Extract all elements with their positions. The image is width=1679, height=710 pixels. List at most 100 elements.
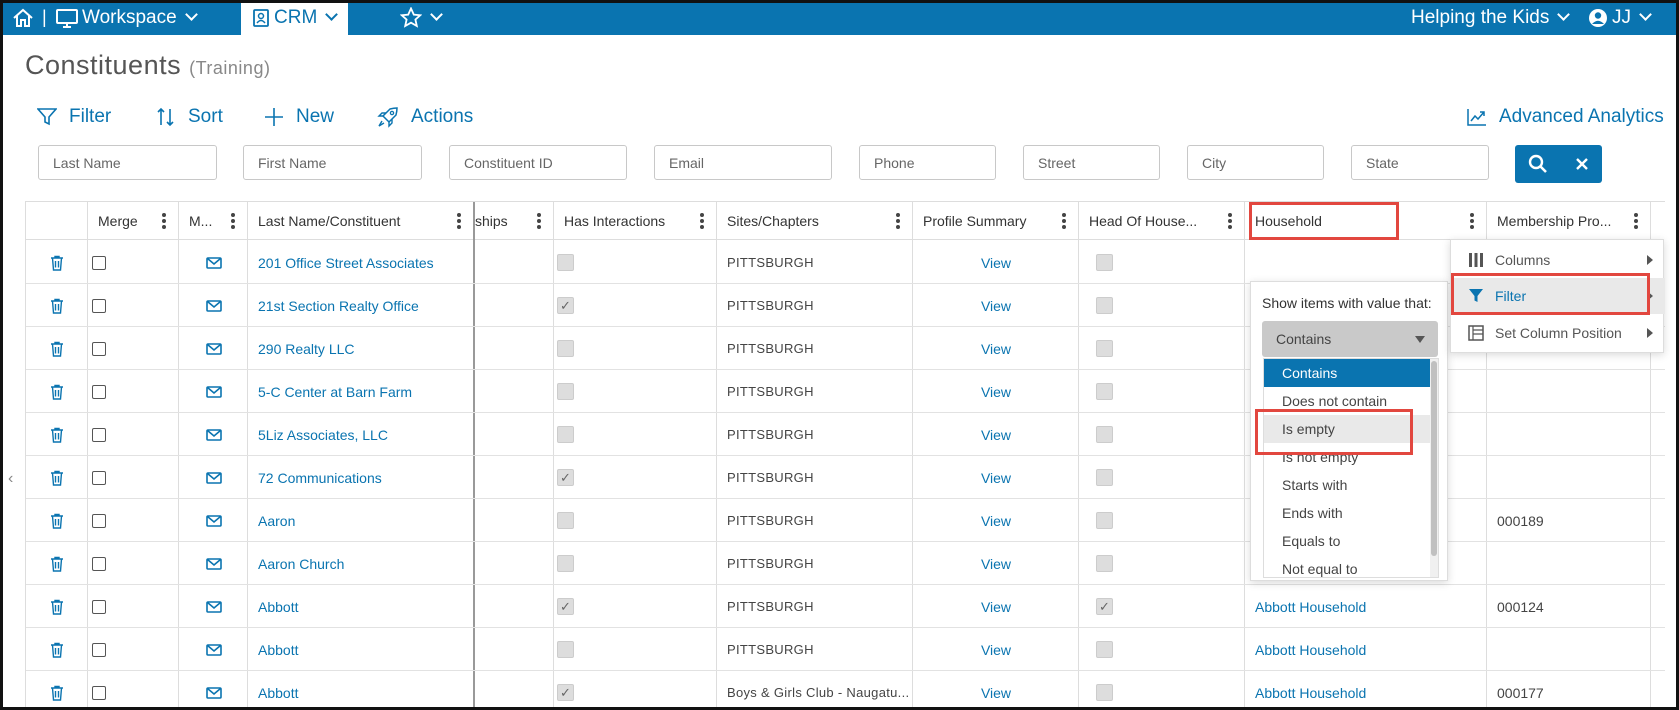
delete-row-icon[interactable] [26,284,88,327]
filter-option-equals-to[interactable]: Equals to [1264,527,1432,555]
user-menu[interactable]: JJ [1588,0,1652,35]
menu-item-columns[interactable]: Columns [1451,242,1665,278]
delete-row-icon[interactable] [26,585,88,628]
column-menu-icon[interactable] [537,213,541,229]
delete-row-icon[interactable] [26,241,88,284]
filter-option-is-not-empty[interactable]: Is not empty [1264,443,1432,471]
home-icon[interactable] [12,0,34,35]
actions-button[interactable]: Actions [377,106,473,128]
mail-icon[interactable] [179,327,248,370]
delete-row-icon[interactable] [26,456,88,499]
constituent-name-link[interactable]: Abbott [258,671,468,710]
advanced-analytics-button[interactable]: Advanced Analytics [1467,106,1664,128]
scrollbar-thumb[interactable] [1431,361,1437,556]
profile-summary-view-link[interactable]: View [913,284,1079,327]
phone-search-input[interactable] [859,145,996,180]
mail-icon[interactable] [179,671,248,710]
profile-summary-view-link[interactable]: View [913,241,1079,284]
column-menu-icon[interactable] [1062,213,1066,229]
mail-icon[interactable] [179,241,248,284]
workspace-menu[interactable]: Workspace [56,0,198,35]
menu-item-filter[interactable]: Filter [1451,278,1665,314]
merge-checkbox[interactable] [92,642,106,657]
column-header-household[interactable]: Household [1245,202,1486,240]
merge-checkbox[interactable] [92,298,106,313]
column-header-head-of-household[interactable]: Head Of House... [1079,202,1244,240]
email-search-input[interactable] [654,145,832,180]
column-header-profile[interactable]: Profile Summary [913,202,1078,240]
constituent-name-link[interactable]: Aaron [258,499,468,542]
constituent-name-link[interactable]: 5Liz Associates, LLC [258,413,468,456]
first-name-search-input[interactable] [243,145,422,180]
filter-option-not-equal-to[interactable]: Not equal to [1264,555,1432,577]
filter-list-scrollbar[interactable] [1430,359,1438,577]
constituent-name-link[interactable]: 290 Realty LLC [258,327,468,370]
mail-icon[interactable] [179,585,248,628]
column-menu-icon[interactable] [700,213,704,229]
delete-row-icon[interactable] [26,671,88,710]
filter-option-is-empty[interactable]: Is empty [1264,415,1432,443]
constituent-name-link[interactable]: 21st Section Realty Office [258,284,468,327]
mail-icon[interactable] [179,499,248,542]
mail-icon[interactable] [179,284,248,327]
profile-summary-view-link[interactable]: View [913,585,1079,628]
delete-row-icon[interactable] [26,628,88,671]
column-menu-icon[interactable] [1634,213,1638,229]
mail-icon[interactable] [179,370,248,413]
profile-summary-view-link[interactable]: View [913,327,1079,370]
organization-menu[interactable]: Helping the Kids [1411,0,1571,35]
menu-item-set-column-position[interactable]: Set Column Position [1451,315,1665,351]
merge-checkbox[interactable] [92,384,106,399]
merge-checkbox[interactable] [92,255,106,270]
column-header-interactions[interactable]: Has Interactions [554,202,716,240]
merge-checkbox[interactable] [92,685,106,700]
city-search-input[interactable] [1187,145,1324,180]
column-menu-icon[interactable] [1470,213,1474,229]
household-link[interactable]: Abbott Household [1255,585,1475,628]
constituent-name-link[interactable]: 201 Office Street Associates [258,241,468,284]
collapse-panel-chevron[interactable]: ‹ [8,470,13,488]
merge-checkbox[interactable] [92,470,106,485]
profile-summary-view-link[interactable]: View [913,671,1079,710]
constituent-name-link[interactable]: 72 Communications [258,456,468,499]
last-name-search-input[interactable] [38,145,217,180]
profile-summary-view-link[interactable]: View [913,628,1079,671]
column-header-name[interactable]: Last Name/Constituent [248,202,473,240]
state-search-input[interactable] [1351,145,1489,180]
merge-checkbox[interactable] [92,556,106,571]
filter-option-starts-with[interactable]: Starts with [1264,471,1432,499]
column-menu-icon[interactable] [1228,213,1232,229]
column-header-mail[interactable]: M... [179,202,247,240]
household-link[interactable]: Abbott Household [1255,628,1475,671]
filter-operator-select[interactable]: Contains [1262,321,1438,357]
column-menu-icon[interactable] [457,213,461,229]
constituent-name-link[interactable]: Aaron Church [258,542,468,585]
column-menu-icon[interactable] [162,213,166,229]
filter-option-ends-with[interactable]: Ends with [1264,499,1432,527]
new-button[interactable]: New [264,106,334,128]
constituent-id-search-input[interactable] [449,145,627,180]
mail-icon[interactable] [179,628,248,671]
mail-icon[interactable] [179,542,248,585]
delete-row-icon[interactable] [26,499,88,542]
mail-icon[interactable] [179,413,248,456]
column-header-relationships[interactable]: ships [475,202,553,240]
profile-summary-view-link[interactable]: View [913,456,1079,499]
column-menu-icon[interactable] [896,213,900,229]
merge-checkbox[interactable] [92,513,106,528]
merge-checkbox[interactable] [92,599,106,614]
street-search-input[interactable] [1023,145,1160,180]
delete-row-icon[interactable] [26,370,88,413]
sort-button[interactable]: Sort [156,106,223,128]
column-header-membership[interactable]: Membership Pro... [1487,202,1650,240]
filter-option-does-not-contain[interactable]: Does not contain [1264,387,1432,415]
filter-option-contains[interactable]: Contains [1264,359,1432,387]
favorites-menu[interactable] [400,0,443,35]
crm-tab[interactable]: CRM [241,0,349,35]
delete-row-icon[interactable] [26,413,88,456]
constituent-name-link[interactable]: 5-C Center at Barn Farm [258,370,468,413]
filter-button[interactable]: Filter [37,106,111,128]
profile-summary-view-link[interactable]: View [913,413,1079,456]
constituent-name-link[interactable]: Abbott [258,628,468,671]
delete-row-icon[interactable] [26,542,88,585]
